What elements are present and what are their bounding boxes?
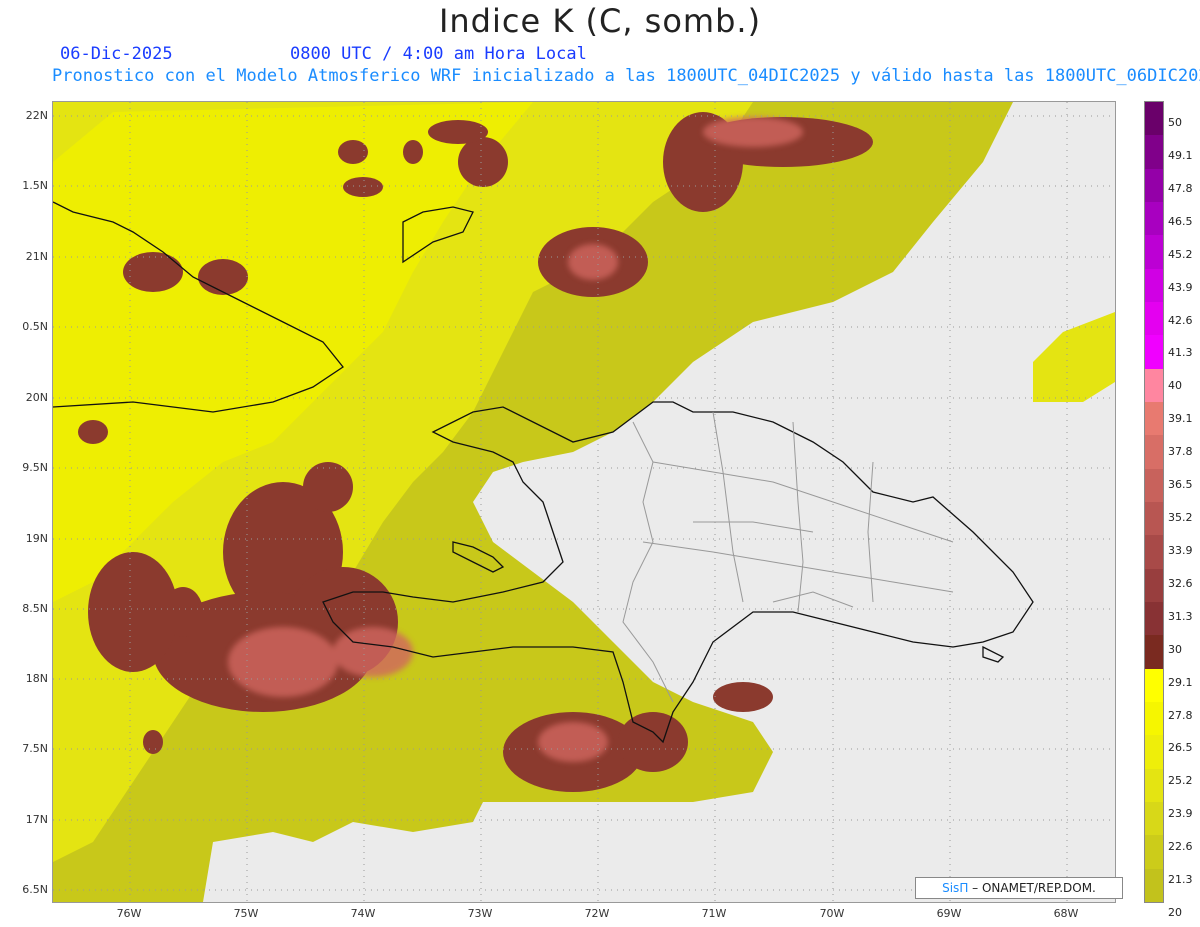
lat-label: 0.5N	[22, 320, 48, 333]
lat-label: 8.5N	[22, 602, 48, 615]
lat-label: 19N	[25, 532, 48, 545]
colorbar-label: 43.9	[1168, 280, 1193, 294]
lon-label: 76W	[116, 907, 142, 920]
colorbar-segment	[1145, 868, 1163, 903]
forecast-subtitle: Pronostico con el Modelo Atmosferico WRF…	[52, 66, 1200, 86]
lon-label: 69W	[936, 907, 962, 920]
colorbar-label: 50	[1168, 116, 1182, 129]
colorbar-label: 40	[1168, 379, 1182, 393]
lon-label: 72W	[584, 907, 610, 920]
colorbar-segment	[1145, 402, 1163, 436]
colorbar-segment	[1145, 235, 1163, 270]
lon-label: 75W	[233, 907, 259, 920]
colorbar-label: 33.9	[1168, 543, 1193, 557]
colorbar-label: 45.2	[1168, 247, 1193, 261]
colorbar-label: 47.8	[1168, 181, 1193, 195]
colorbar-label: 41.3	[1168, 346, 1193, 360]
map-panel	[52, 101, 1116, 903]
lat-label: 6.5N	[22, 883, 48, 896]
colorbar-segment	[1145, 668, 1163, 703]
map-title: Indice K (C, somb.)	[438, 2, 762, 40]
colorbar-label: 20	[1168, 906, 1182, 919]
colorbar-label: 46.5	[1168, 214, 1193, 228]
colorbar-label: 31.3	[1168, 609, 1193, 623]
lat-label: 9.5N	[22, 461, 48, 474]
lat-label: 22N	[25, 109, 48, 122]
colorbar-segment	[1145, 702, 1163, 736]
k-field-east	[1033, 312, 1115, 402]
colorbar-label: 27.8	[1168, 708, 1193, 722]
lon-label: 74W	[350, 907, 376, 920]
lat-label: 20N	[25, 391, 48, 404]
colorbar-segment	[1145, 535, 1163, 570]
colorbar-segment	[1145, 468, 1163, 503]
colorbar-label: 22.6	[1168, 840, 1193, 854]
credit-box: SisΠ – ONAMET/REP.DOM.	[915, 877, 1123, 899]
colorbar-segment	[1145, 168, 1163, 203]
brand-logo: SisΠ	[942, 881, 969, 895]
colorbar-label: 23.9	[1168, 807, 1193, 821]
colorbar	[1144, 101, 1164, 903]
forecast-date: 06-Dic-2025	[60, 44, 173, 64]
lat-label: 18N	[25, 672, 48, 685]
colorbar-segment	[1145, 602, 1163, 636]
colorbar-segment	[1145, 735, 1163, 770]
colorbar-segment	[1145, 135, 1163, 170]
k-index-field	[53, 102, 1115, 902]
colorbar-segment	[1145, 368, 1163, 403]
colorbar-segment	[1145, 768, 1163, 803]
lat-label: 21N	[25, 250, 48, 263]
colorbar-label: 35.2	[1168, 511, 1193, 524]
colorbar-label: 29.1	[1168, 675, 1193, 689]
province-borders	[622, 411, 954, 703]
colorbar-segment	[1145, 435, 1163, 470]
colorbar-label: 26.5	[1168, 741, 1193, 755]
lat-label: 17N	[25, 813, 48, 826]
colorbar-label: 49.1	[1168, 148, 1193, 162]
lat-label: 7.5N	[22, 742, 48, 755]
lat-label: 1.5N	[22, 179, 48, 192]
lon-label: 68W	[1053, 907, 1079, 920]
colorbar-label: 30	[1168, 642, 1182, 656]
credit-text: – ONAMET/REP.DOM.	[968, 881, 1096, 895]
forecast-time: 0800 UTC / 4:00 am Hora Local	[290, 44, 587, 64]
colorbar-segment	[1145, 502, 1163, 536]
colorbar-segment	[1145, 302, 1163, 336]
colorbar-label: 37.8	[1168, 445, 1193, 459]
colorbar-segment	[1145, 568, 1163, 603]
colorbar-segment	[1145, 202, 1163, 236]
colorbar-label: 39.1	[1168, 412, 1193, 426]
lon-label: 73W	[467, 907, 493, 920]
colorbar-label: 25.2	[1168, 774, 1193, 788]
colorbar-segment	[1145, 335, 1163, 370]
colorbar-segment	[1145, 802, 1163, 836]
lon-label: 70W	[819, 907, 845, 920]
colorbar-label: 36.5	[1168, 478, 1193, 492]
colorbar-segment	[1145, 835, 1163, 870]
lon-label: 71W	[701, 907, 727, 920]
colorbar-label: 21.3	[1168, 873, 1193, 887]
colorbar-label: 32.6	[1168, 576, 1193, 590]
colorbar-label: 42.6	[1168, 313, 1193, 327]
colorbar-segment	[1145, 635, 1163, 670]
colorbar-segment	[1145, 268, 1163, 303]
colorbar-segment	[1145, 102, 1163, 136]
